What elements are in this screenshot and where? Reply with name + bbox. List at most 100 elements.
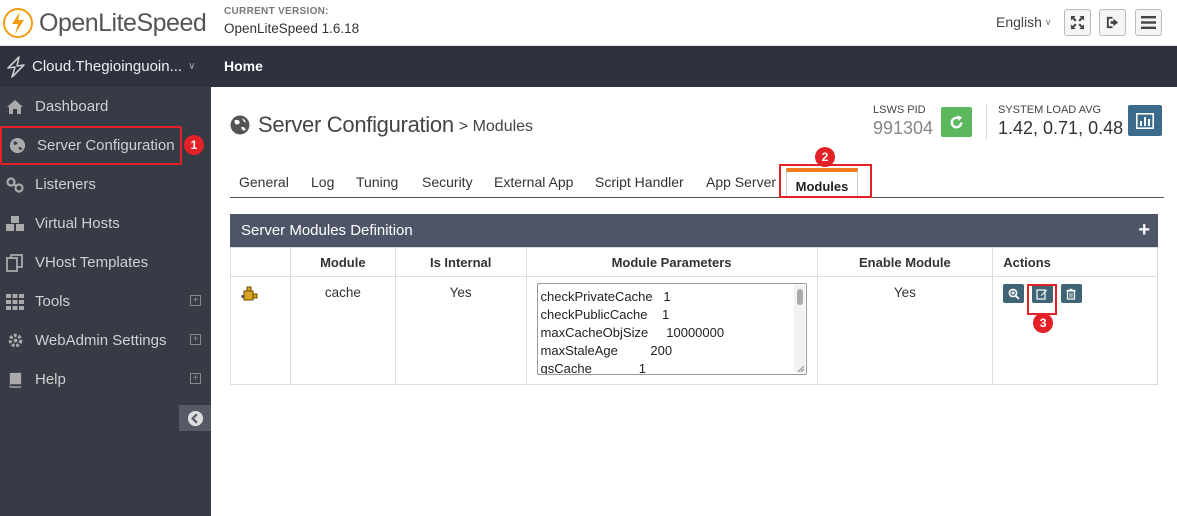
tab-log[interactable]: Log	[311, 174, 334, 190]
action-buttons: 3	[993, 284, 1157, 333]
top-header: OpenLiteSpeed CURRENT VERSION: OpenLiteS…	[0, 0, 1177, 46]
module-params-cell: checkPrivateCache 1 checkPublicCache 1 m…	[525, 276, 818, 385]
real-time-stats-button[interactable]	[1128, 105, 1162, 136]
logo[interactable]: OpenLiteSpeed	[0, 0, 211, 46]
server-name: Cloud.Thegioinguoin...	[32, 58, 183, 75]
table-row: cache Yes checkPrivateCache 1 checkPubli…	[230, 276, 1158, 385]
pid-value: 991304	[873, 118, 934, 138]
copy-icon	[5, 253, 25, 272]
expand-plus-icon[interactable]: +	[190, 295, 201, 306]
column-header: Module	[289, 247, 396, 277]
column-header: Is Internal	[394, 247, 527, 277]
add-module-button[interactable]: +	[1138, 220, 1150, 240]
delete-button[interactable]	[1060, 284, 1082, 303]
panel-title: Server Modules Definition	[241, 222, 413, 239]
sidebar-item-virtual-hosts[interactable]: Virtual Hosts	[0, 204, 211, 243]
table-header-row: Module Is Internal Module Parameters Ena…	[230, 247, 1158, 277]
column-header: Actions	[992, 247, 1158, 277]
page-title-text: Server Configuration	[258, 112, 454, 137]
zoom-in-icon	[1008, 288, 1020, 300]
home-icon	[5, 98, 25, 116]
sidebar-item-tools[interactable]: Tools +	[0, 282, 211, 321]
sidebar-item-label: Help	[35, 371, 66, 388]
step-badge-1: 1	[184, 135, 204, 155]
sidebar-item-webadmin-settings[interactable]: WebAdmin Settings +	[0, 321, 211, 360]
column-header: Module Parameters	[525, 247, 818, 277]
sidebar-item-server-configuration[interactable]: Server Configuration	[0, 126, 182, 165]
enable-module-value: Yes	[816, 276, 994, 385]
page-subtitle: > Modules	[458, 118, 534, 135]
server-selector[interactable]: Cloud.Thegioinguoin... ∨	[0, 46, 211, 87]
tab-app-server[interactable]: App Server	[706, 174, 776, 190]
sidebar-item-label: Virtual Hosts	[35, 215, 120, 232]
refresh-icon	[950, 114, 963, 128]
breadcrumb-home[interactable]: Home	[224, 58, 263, 74]
hamburger-icon	[1141, 16, 1156, 29]
highlight-box-edit-button	[1027, 284, 1058, 315]
grid-icon	[5, 293, 25, 311]
trash-icon	[1066, 288, 1076, 300]
expand-plus-icon[interactable]: +	[190, 373, 201, 384]
version-label: CURRENT VERSION:	[224, 6, 329, 17]
language-label: English	[996, 14, 1042, 30]
tab-general[interactable]: General	[239, 174, 289, 190]
menu-button[interactable]	[1135, 9, 1162, 36]
cubes-icon	[5, 215, 25, 233]
version-info: CURRENT VERSION: OpenLiteSpeed 1.6.18	[224, 6, 359, 36]
tab-script-handler[interactable]: Script Handler	[595, 174, 684, 190]
expand-plus-icon[interactable]: +	[190, 334, 201, 345]
tab-security[interactable]: Security	[422, 174, 473, 190]
version-value: OpenLiteSpeed 1.6.18	[224, 21, 360, 36]
system-load: SYSTEM LOAD AVG 1.42, 0.71, 0.48	[986, 104, 1123, 140]
column-header-icon	[230, 247, 291, 277]
modules-table: Module Is Internal Module Parameters Ena…	[230, 247, 1158, 385]
module-cell-icon	[230, 276, 291, 385]
actions-cell: 3	[992, 276, 1158, 385]
sidebar-item-label: VHost Templates	[35, 254, 149, 271]
globe-icon	[7, 137, 27, 155]
module-params-textarea[interactable]: checkPrivateCache 1 checkPublicCache 1 m…	[536, 283, 807, 375]
fullscreen-button[interactable]	[1064, 9, 1091, 36]
panel-header: Server Modules Definition +	[230, 214, 1158, 247]
param-line: maxStaleAge 200	[540, 343, 673, 358]
sidebar-item-label: WebAdmin Settings	[35, 332, 167, 349]
view-button[interactable]	[1003, 284, 1025, 303]
bolt-icon	[7, 55, 25, 78]
logo-text: OpenLiteSpeed	[39, 8, 207, 37]
restart-button[interactable]	[941, 107, 972, 137]
param-line: maxCacheObjSize 10000000	[540, 325, 725, 340]
page-title: Server Configuration > Modules	[230, 112, 533, 138]
sidebar-item-dashboard[interactable]: Dashboard	[0, 87, 211, 126]
tab-external-app[interactable]: External App	[494, 174, 573, 190]
param-line: checkPrivateCache 1	[540, 289, 671, 304]
puzzle-icon	[241, 286, 258, 301]
language-select[interactable]: English ∨	[996, 14, 1052, 30]
highlight-box-modules-tab	[779, 164, 872, 198]
lsws-pid: LSWS PID 991304	[873, 104, 933, 139]
chevron-down-icon: ∨	[188, 61, 196, 72]
arrow-left-circle-icon	[187, 410, 203, 426]
resize-handle-icon[interactable]	[796, 364, 805, 373]
bar-chart-icon	[1136, 112, 1154, 129]
sidebar-item-listeners[interactable]: Listeners	[0, 165, 211, 204]
param-line: checkPublicCache 1	[540, 307, 670, 322]
sidebar-item-vhost-templates[interactable]: VHost Templates	[0, 243, 211, 282]
step-badge-3: 3	[1033, 313, 1054, 333]
sidebar-item-help[interactable]: Help +	[0, 360, 211, 399]
globe-icon	[230, 115, 250, 135]
tab-tuning[interactable]: Tuning	[356, 174, 398, 190]
sidebar-item-label: Server Configuration	[37, 137, 175, 154]
scrollbar-thumb[interactable]	[796, 289, 803, 305]
book-icon	[5, 371, 25, 389]
sidebar-item-label: Dashboard	[35, 98, 109, 115]
load-label: SYSTEM LOAD AVG	[998, 104, 1102, 116]
sidebar-collapse-button[interactable]	[179, 405, 211, 431]
logout-button[interactable]	[1099, 9, 1126, 36]
gear-icon	[5, 332, 25, 350]
is-internal-value: Yes	[394, 276, 527, 385]
sidebar-item-label: Tools	[35, 293, 71, 310]
chevron-down-icon: ∨	[1044, 16, 1052, 27]
tab-bar: General Log Tuning Security External App…	[230, 168, 1164, 198]
pid-label: LSWS PID	[873, 104, 926, 116]
sign-out-icon	[1106, 16, 1119, 29]
